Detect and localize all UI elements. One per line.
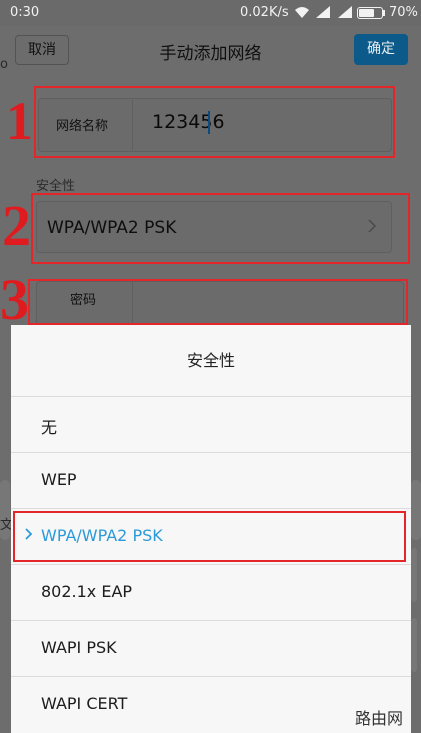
sheet-title: 安全性 <box>11 325 411 396</box>
network-speed: 0.02K/s <box>240 5 289 20</box>
security-option-wep[interactable]: WEP <box>11 452 411 508</box>
annotation-box-selected <box>13 511 406 562</box>
security-option-wapi-cert[interactable]: WAPI CERT <box>11 676 411 733</box>
annotation-box-2 <box>31 193 410 264</box>
battery-cap <box>383 10 385 16</box>
confirm-button[interactable]: 确定 <box>354 34 408 65</box>
option-label: WAPI PSK <box>41 638 117 657</box>
annotation-number-1: 1 <box>6 91 33 151</box>
option-label: WAPI CERT <box>41 694 128 713</box>
battery-icon <box>357 7 383 19</box>
background-card <box>411 618 417 672</box>
option-label: 无 <box>41 418 58 437</box>
annotation-box-1 <box>34 86 395 158</box>
status-time: 0:30 <box>10 5 40 20</box>
battery-percent: 70% <box>389 5 418 20</box>
wifi-icon <box>295 7 309 18</box>
security-option-none[interactable]: 无 <box>11 396 411 452</box>
annotation-box-3 <box>28 279 408 325</box>
option-label: WEP <box>41 470 77 489</box>
option-label: 802.1x EAP <box>41 582 133 601</box>
security-heading: 安全性 <box>36 179 76 194</box>
background-card <box>411 480 421 540</box>
security-option-wapi-psk[interactable]: WAPI PSK <box>11 620 411 676</box>
background-card <box>411 548 417 602</box>
signal-icon <box>316 6 330 18</box>
annotation-number-3: 3 <box>0 267 29 332</box>
annotation-number-2: 2 <box>2 193 31 258</box>
signal-icon-secondary <box>338 6 352 18</box>
watermark: 路由网 <box>355 709 404 728</box>
status-bar: 0:30 0.02K/s 70% <box>0 0 421 26</box>
background-text-fragment: o <box>0 57 8 72</box>
security-option-eap[interactable]: 802.1x EAP <box>11 564 411 620</box>
